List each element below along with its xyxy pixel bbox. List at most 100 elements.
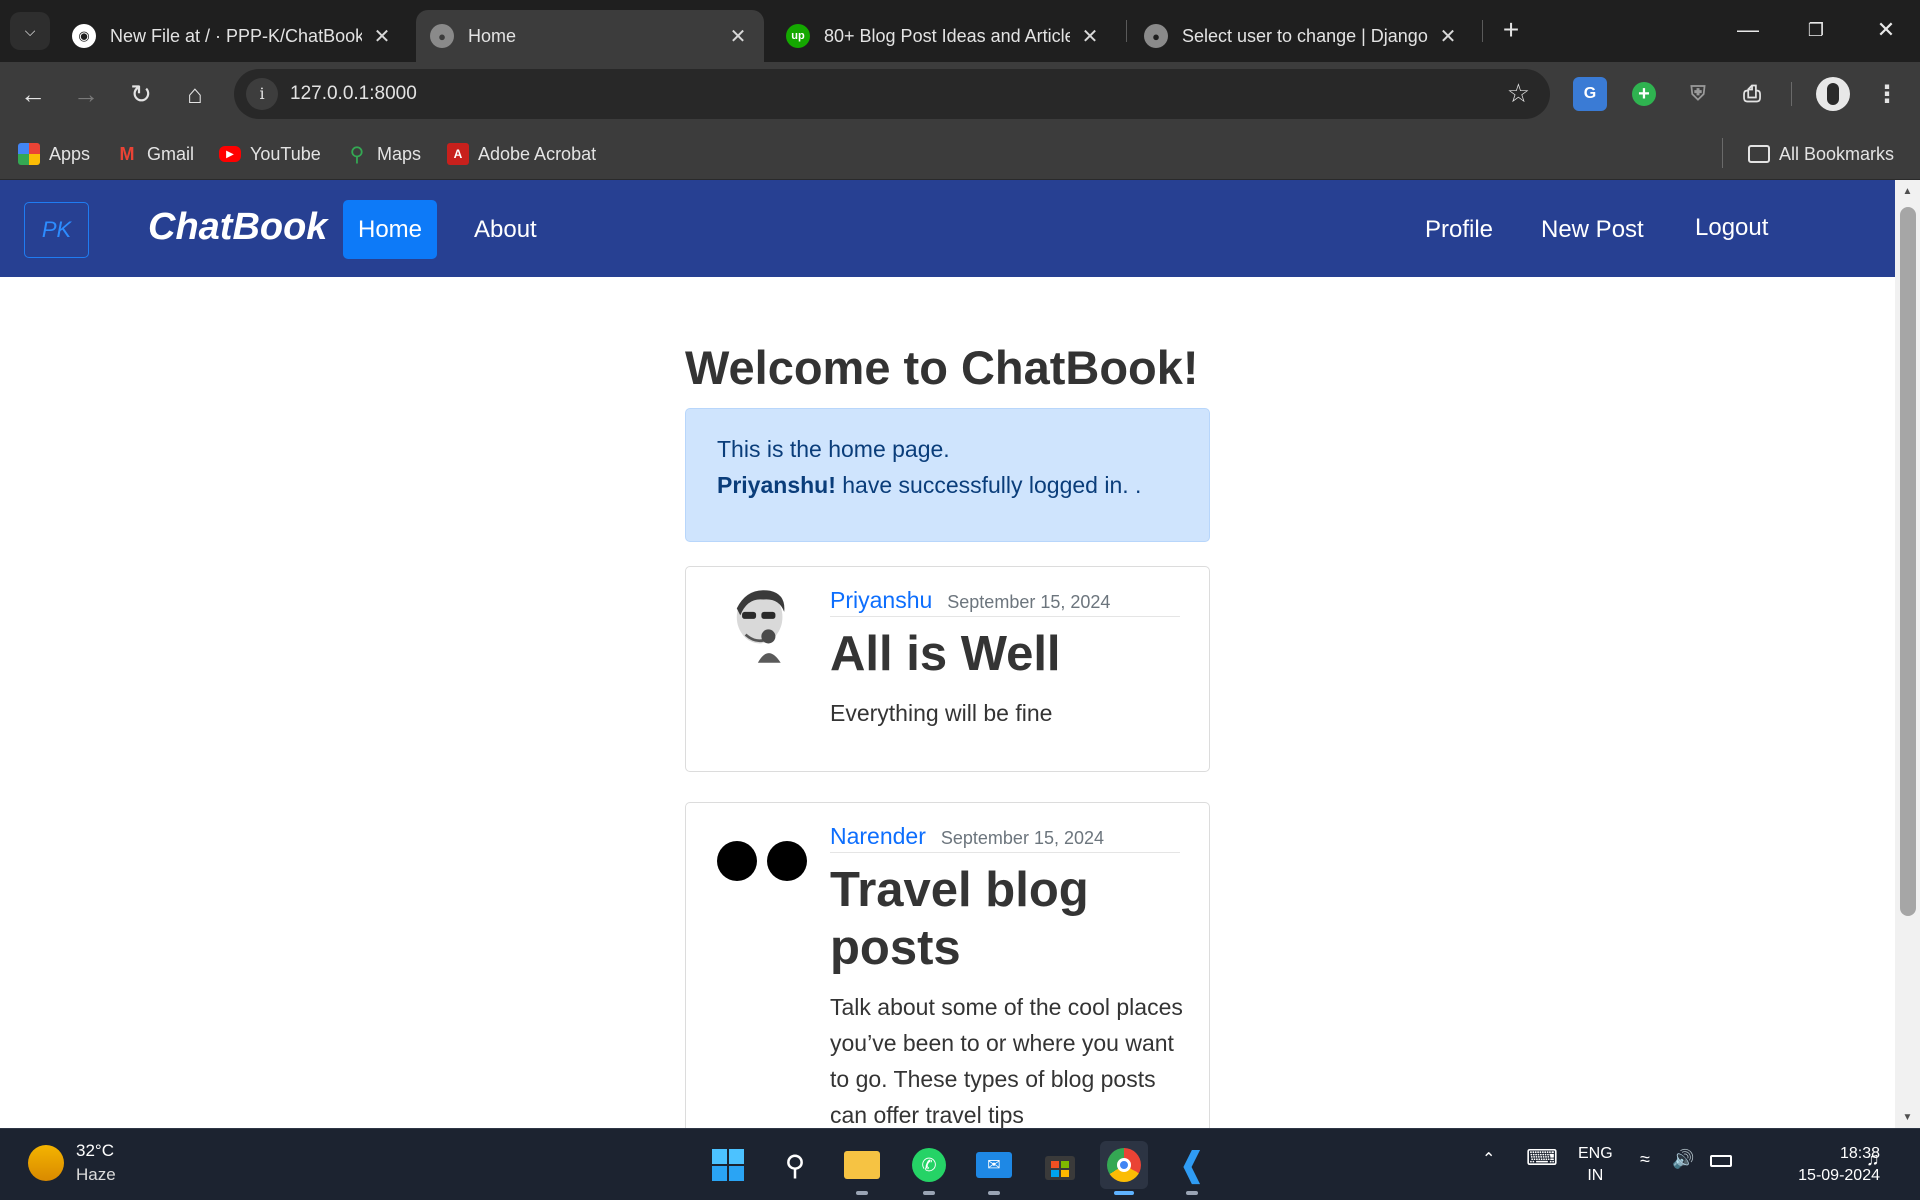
vscode-icon[interactable]: ❰	[1168, 1141, 1216, 1195]
site-info-icon[interactable]: i	[246, 78, 278, 110]
close-icon[interactable]: ✕	[370, 24, 394, 49]
address-bar[interactable]: i 127.0.0.1:8000 ☆	[234, 69, 1550, 119]
tab-blog-ideas[interactable]: up 80+ Blog Post Ideas and Article ✕	[772, 10, 1116, 62]
author-avatar[interactable]	[716, 839, 808, 883]
weather-temperature[interactable]: 32°C	[76, 1141, 114, 1161]
reload-button[interactable]: ↻	[121, 74, 161, 114]
tab-search-button[interactable]: ⌵	[10, 12, 50, 50]
globe-icon: ●	[1144, 24, 1168, 48]
close-icon[interactable]: ✕	[1436, 24, 1460, 49]
bookmark-youtube[interactable]: ▶ YouTube	[219, 140, 321, 168]
scrollbar-thumb[interactable]	[1900, 207, 1916, 916]
bookmark-maps[interactable]: ⚲ Maps	[346, 140, 421, 168]
nav-logout-link[interactable]: Logout	[1680, 198, 1783, 257]
tab-title: 80+ Blog Post Ideas and Article	[824, 25, 1070, 46]
brand-link[interactable]: ChatBook	[148, 206, 327, 249]
weather-condition[interactable]: Haze	[76, 1165, 116, 1185]
post-meta: Narender September 15, 2024	[830, 823, 1180, 853]
chrome-icon[interactable]	[1100, 1141, 1148, 1195]
battery-icon[interactable]	[1710, 1149, 1732, 1170]
post-card: Narender September 15, 2024 Travel blog p…	[685, 802, 1210, 1128]
extensions-puzzle-icon[interactable]: ⎙	[1735, 77, 1769, 111]
bookmarks-separator	[1722, 138, 1723, 168]
alert-message: have successfully logged in. .	[842, 472, 1142, 498]
nav-home-link[interactable]: Home	[343, 200, 438, 259]
post-title[interactable]: Travel blog posts	[830, 861, 1190, 977]
minimize-button[interactable]: —	[1728, 12, 1768, 48]
tab-separator	[1482, 20, 1483, 42]
post-title[interactable]: All is Well	[830, 625, 1190, 683]
start-button[interactable]	[704, 1141, 752, 1189]
language-indicator[interactable]: ENG IN	[1578, 1143, 1613, 1187]
post-author-link[interactable]: Priyanshu	[830, 587, 932, 613]
menu-kebab-icon[interactable]: ⋮	[1870, 77, 1904, 111]
tab-github[interactable]: ◉ New File at / · PPP-K/ChatBook ✕	[58, 10, 408, 62]
system-clock[interactable]: 18:38 15-09-2024	[1756, 1143, 1880, 1187]
apps-grid-icon	[18, 143, 40, 165]
gmail-icon: M	[119, 143, 135, 164]
address-url[interactable]: 127.0.0.1:8000	[290, 83, 417, 105]
bookmark-star-icon[interactable]: ☆	[1507, 78, 1530, 109]
post-content: Everything will be fine	[830, 700, 1053, 726]
post-author-link[interactable]: Narender	[830, 823, 926, 849]
bookmark-label: Maps	[377, 143, 422, 164]
google-translate-icon[interactable]: G	[1573, 77, 1607, 111]
profile-avatar[interactable]	[1816, 77, 1850, 111]
author-avatar[interactable]	[728, 579, 800, 671]
wifi-icon[interactable]: ≈	[1640, 1149, 1650, 1170]
folder-icon	[1748, 145, 1770, 163]
back-button[interactable]: ←	[13, 74, 53, 114]
all-bookmarks-button[interactable]: All Bookmarks	[1748, 140, 1894, 168]
volume-icon[interactable]: 🔊	[1672, 1149, 1694, 1170]
bookmark-apps[interactable]: Apps	[18, 140, 90, 168]
new-tab-button[interactable]: +	[1494, 14, 1528, 48]
tab-django-admin[interactable]: ● Select user to change | Django s ✕	[1130, 10, 1474, 62]
restore-button[interactable]: ❐	[1796, 12, 1836, 48]
pk-logo[interactable]: PK	[24, 202, 89, 258]
nav-profile-link[interactable]: Profile	[1410, 200, 1508, 259]
forward-arrow-icon: →	[73, 79, 99, 109]
show-hidden-icons-chevron-icon[interactable]: ⌃	[1482, 1149, 1495, 1169]
close-window-button[interactable]: ✕	[1866, 12, 1906, 48]
tab-home[interactable]: ● Home ✕	[416, 10, 764, 62]
home-button[interactable]: ⌂	[175, 74, 215, 114]
post-date: September 15, 2024	[940, 828, 1105, 848]
forward-button[interactable]: →	[66, 74, 106, 114]
bookmark-gmail[interactable]: M Gmail	[116, 140, 195, 168]
file-explorer-icon[interactable]	[838, 1141, 886, 1195]
maps-icon: ⚲	[349, 143, 365, 166]
page-scrollbar[interactable]: ▲ ▼	[1895, 180, 1920, 1128]
nav-new-post-link[interactable]: New Post	[1526, 200, 1659, 259]
bookmark-label: YouTube	[250, 143, 321, 164]
notification-bell-icon[interactable]: ♫	[1866, 1149, 1880, 1170]
post-content: Talk about some of the cool places you’v…	[830, 994, 1183, 1128]
toolbar-separator	[1791, 82, 1792, 106]
post-card: Priyanshu September 15, 2024 All is Well …	[685, 566, 1210, 772]
add-extension-icon[interactable]: +	[1627, 77, 1661, 111]
back-arrow-icon: ←	[20, 79, 46, 109]
post-date: September 15, 2024	[947, 592, 1111, 612]
bookmark-label: Gmail	[147, 143, 195, 164]
close-icon[interactable]: ✕	[726, 24, 750, 49]
scroll-down-arrow-icon[interactable]: ▼	[1895, 1108, 1920, 1128]
nav-about-link[interactable]: About	[459, 200, 552, 259]
shield-extension-icon[interactable]: ⛨	[1681, 77, 1715, 111]
weather-haze-icon[interactable]	[28, 1145, 64, 1181]
whatsapp-icon[interactable]: ✆	[905, 1141, 953, 1195]
microsoft-store-icon[interactable]	[1036, 1141, 1084, 1189]
scroll-up-arrow-icon[interactable]: ▲	[1895, 182, 1920, 202]
windows-logo-icon	[712, 1149, 744, 1181]
search-icon[interactable]: ⚲	[771, 1141, 819, 1189]
tab-strip: ⌵ ◉ New File at / · PPP-K/ChatBook ✕ ● H…	[0, 0, 1920, 62]
language-code: ENG	[1578, 1145, 1613, 1162]
alert-line-1: This is the home page.	[717, 436, 950, 462]
mail-icon[interactable]: ✉	[970, 1141, 1018, 1195]
close-icon[interactable]: ✕	[1078, 24, 1102, 49]
acrobat-icon: A	[447, 143, 469, 165]
site-navbar: PK ChatBook Home About Profile New Post …	[0, 180, 1895, 277]
bookmark-adobe-acrobat[interactable]: A Adobe Acrobat	[447, 140, 596, 168]
keyboard-icon[interactable]: ⌨	[1526, 1145, 1558, 1171]
reload-icon: ↻	[130, 79, 152, 109]
tab-title: New File at / · PPP-K/ChatBook	[110, 25, 362, 46]
post-meta: Priyanshu September 15, 2024	[830, 587, 1180, 617]
